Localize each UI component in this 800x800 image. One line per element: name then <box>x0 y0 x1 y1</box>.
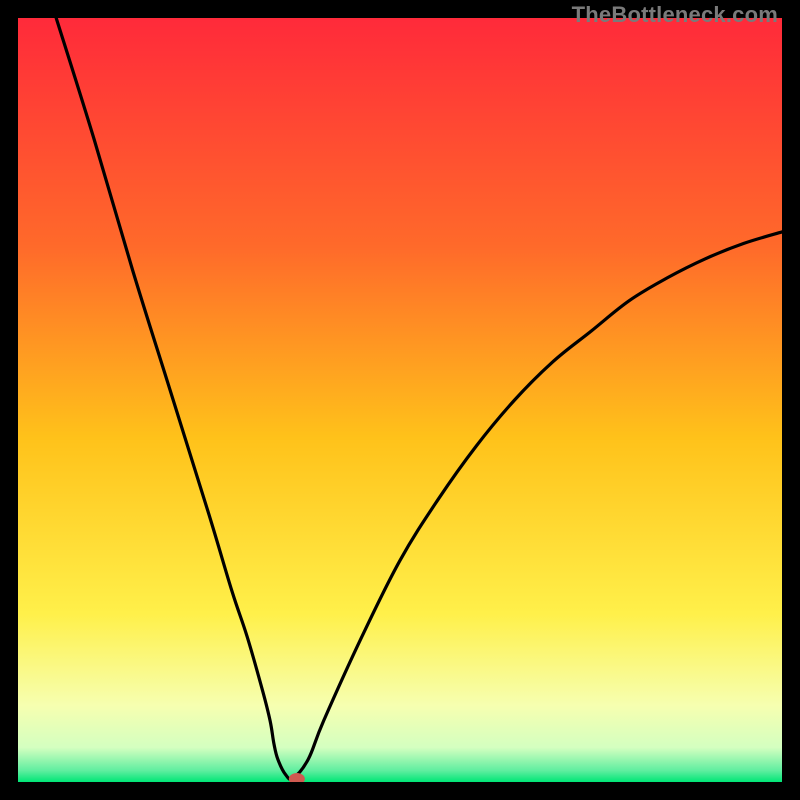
chart-frame <box>18 18 782 782</box>
chart-canvas <box>18 18 782 782</box>
gradient-background <box>18 18 782 782</box>
watermark-text: TheBottleneck.com <box>572 2 778 28</box>
